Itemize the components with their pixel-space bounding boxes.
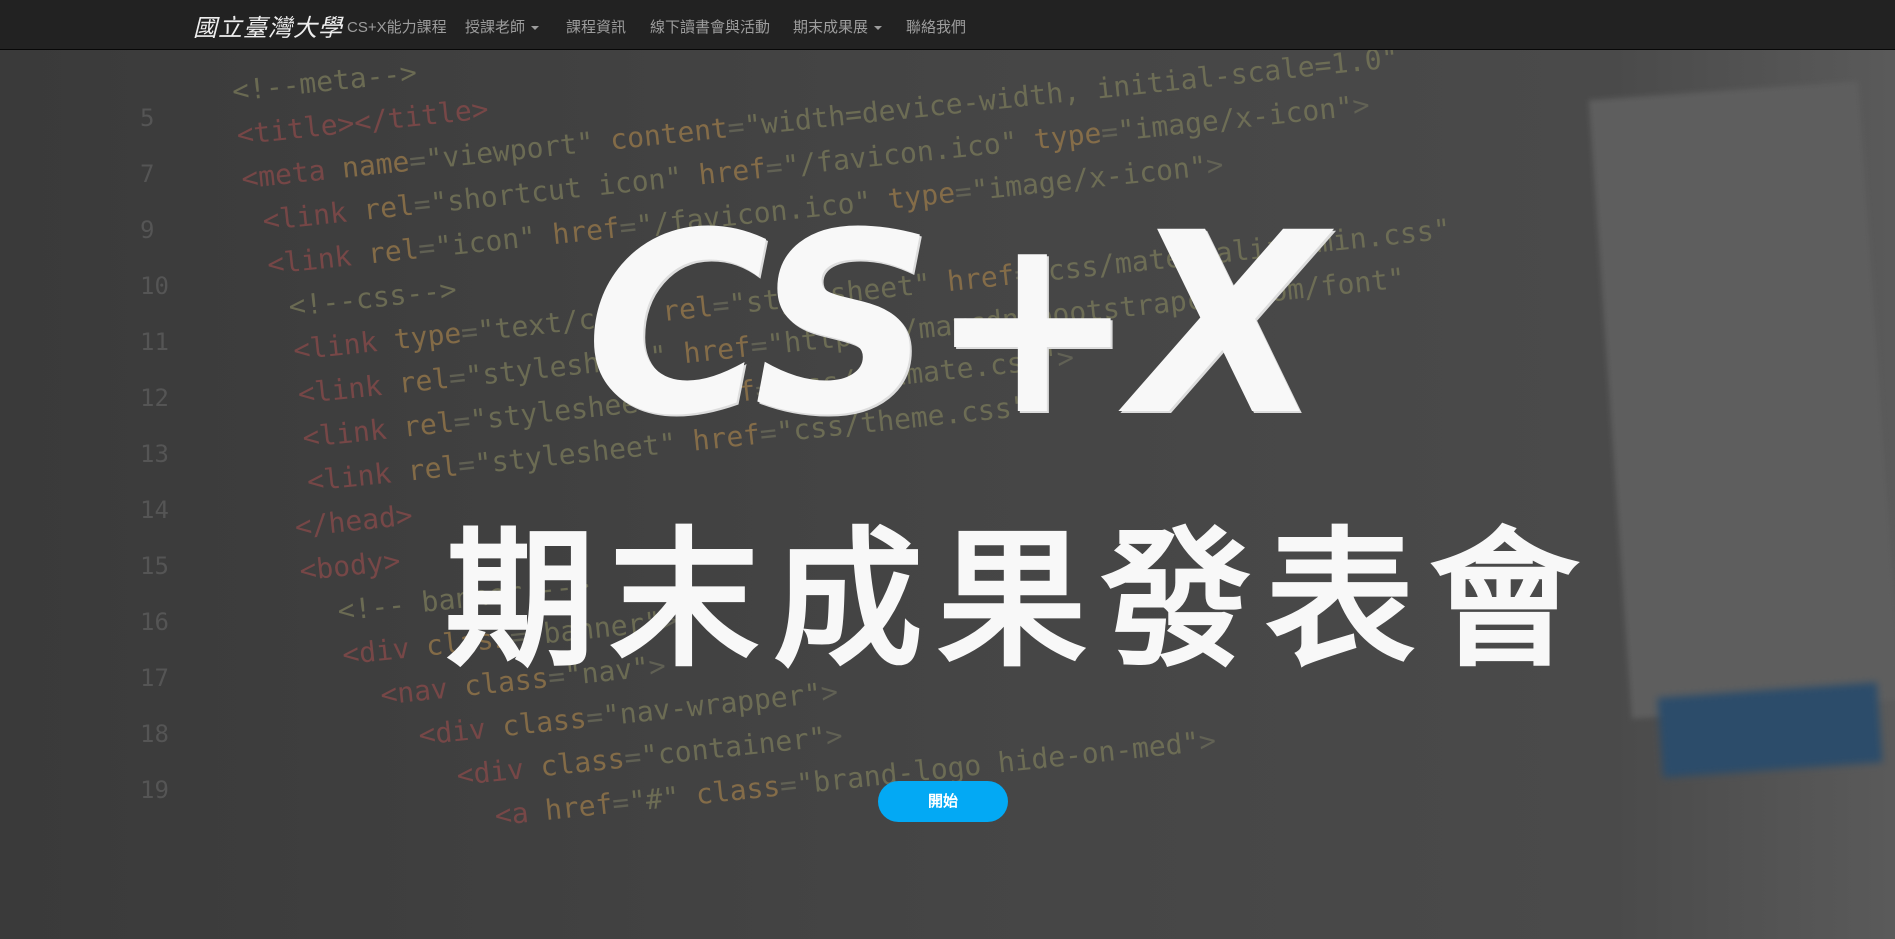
nav-item-study-group[interactable]: 線下讀書會與活動 <box>650 16 770 37</box>
nav-label: 線下讀書會與活動 <box>650 19 771 36</box>
hero-subtitle: 期末成果發表會 <box>445 512 1594 688</box>
caret-down-icon <box>874 26 883 31</box>
nav-label: 期末成果展 <box>793 19 869 36</box>
nav-item-final-showcase[interactable]: 期末成果展 <box>793 16 883 37</box>
nav-item-courses[interactable]: CS+X能力課程 <box>347 16 447 37</box>
nav-label: CS+X能力課程 <box>347 19 447 36</box>
nav-item-contact[interactable]: 聯絡我們 <box>906 16 966 37</box>
background-laptop-taskbar <box>1657 682 1883 778</box>
nav-item-course-info[interactable]: 課程資訊 <box>566 16 626 37</box>
start-button[interactable]: 開始 <box>878 781 1008 822</box>
hero-title: CS+X <box>585 179 1324 470</box>
navbar: 國立臺灣大學 CS+X能力課程 授課老師 課程資訊 線下讀書會與活動 期末成果展… <box>0 0 1895 50</box>
nav-label: 課程資訊 <box>566 19 627 36</box>
nav-label: 授課老師 <box>465 19 526 36</box>
ntu-logo[interactable]: 國立臺灣大學 <box>193 8 343 43</box>
background-line-numbers: 5 7 9 10 11 12 13 14 15 16 17 18 19 <box>140 104 169 804</box>
caret-down-icon <box>531 26 540 31</box>
nav-item-teachers[interactable]: 授課老師 <box>465 16 540 37</box>
nav-label: 聯絡我們 <box>906 19 967 36</box>
background-laptop-screen <box>1588 81 1895 719</box>
